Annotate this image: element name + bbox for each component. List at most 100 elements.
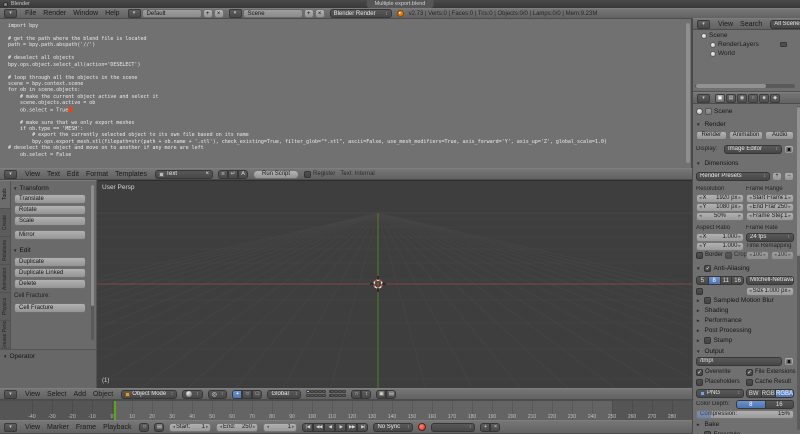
duplicate-button[interactable]: Duplicate xyxy=(14,257,86,267)
layer-toggle[interactable] xyxy=(338,390,341,393)
editor-type-icon[interactable] xyxy=(4,390,17,399)
snap-element-select[interactable]: ↕ xyxy=(361,390,371,399)
toolshelf-tab-relations[interactable]: Relations xyxy=(0,237,10,265)
panel-bake[interactable]: Bake xyxy=(696,420,794,429)
mirror-button[interactable]: Mirror xyxy=(14,230,86,240)
menu-search[interactable]: Search xyxy=(737,21,765,28)
syntax-highlight-toggle[interactable]: A xyxy=(238,170,248,179)
outliner-display-filter[interactable]: All Scenes xyxy=(770,20,800,29)
layer-toggle[interactable] xyxy=(330,394,333,397)
editor-type-icon[interactable] xyxy=(4,9,17,18)
scroll-thumb[interactable] xyxy=(686,23,690,163)
tab-object[interactable]: ■ xyxy=(759,94,769,103)
delete-button[interactable]: Delete xyxy=(14,279,86,289)
viewport-3d[interactable]: User Persp (1) xyxy=(97,180,692,388)
scroll-thumb[interactable] xyxy=(696,84,766,88)
scale-manipulator-toggle[interactable]: □ xyxy=(252,390,262,399)
opengl-render-anim-button[interactable]: ▤ xyxy=(386,390,396,399)
layer-toggle[interactable] xyxy=(310,394,313,397)
menu-edit[interactable]: Edit xyxy=(64,171,82,178)
remove-preset-button[interactable]: − xyxy=(784,172,794,181)
layer-toggle[interactable] xyxy=(310,390,313,393)
prev-keyframe-button[interactable]: ◀◀ xyxy=(313,423,324,432)
panel-transform[interactable]: Transform xyxy=(13,185,49,192)
placeholders-checkbox[interactable] xyxy=(696,379,703,386)
viewport-shading-select[interactable] xyxy=(182,390,203,399)
screen-layout-field[interactable]: Default xyxy=(142,9,202,18)
panel-output[interactable]: Output xyxy=(696,346,794,356)
scroll-thumb[interactable] xyxy=(91,185,94,306)
browse-scene-icon[interactable] xyxy=(229,9,242,18)
resolution-percentage-field[interactable]: 50% xyxy=(696,212,744,221)
toolshelf-tab-create[interactable]: Create xyxy=(0,209,10,237)
editor-type-icon[interactable] xyxy=(4,170,17,179)
layer-toggle[interactable] xyxy=(334,390,337,393)
layer-toggle[interactable] xyxy=(334,394,337,397)
panel-dimensions[interactable]: Dimensions xyxy=(696,158,794,168)
duplicate-linked-button[interactable]: Duplicate Linked xyxy=(14,268,86,278)
snap-toggle[interactable]: ∩ xyxy=(351,390,361,399)
render-presets-select[interactable]: Render Presets xyxy=(696,172,770,181)
menu-object[interactable]: Object xyxy=(90,391,116,398)
end-frame-field[interactable]: End: 250 xyxy=(216,423,258,432)
toolshelf-tab-tools[interactable]: Tools xyxy=(0,181,10,209)
tab-physics[interactable]: ◆ xyxy=(770,94,780,103)
jump-to-start-button[interactable]: |◀ xyxy=(302,423,313,432)
tab-render[interactable]: ▣ xyxy=(715,94,725,103)
tab-world[interactable]: ○ xyxy=(748,94,758,103)
word-wrap-toggle[interactable]: ↵ xyxy=(228,170,238,179)
remap-new-field[interactable]: 100 xyxy=(771,251,794,260)
render-audio-button[interactable]: Audio xyxy=(765,131,794,140)
layer-toggle[interactable] xyxy=(338,394,341,397)
menu-add[interactable]: Add xyxy=(71,391,89,398)
layer-toggle[interactable] xyxy=(318,394,321,397)
outliner-item-scene[interactable]: Scene xyxy=(693,31,800,40)
menu-view[interactable]: View xyxy=(22,424,43,431)
output-path-field[interactable]: /tmp\ xyxy=(696,357,782,366)
menu-view[interactable]: View xyxy=(22,391,43,398)
menu-marker[interactable]: Marker xyxy=(44,424,72,431)
color-mode-rgba[interactable]: RGBA xyxy=(776,389,794,398)
panel-checkbox[interactable] xyxy=(704,297,711,304)
menu-text[interactable]: Text xyxy=(44,171,63,178)
panel-edit[interactable]: Edit xyxy=(13,247,31,254)
insert-keyframe-button[interactable]: + xyxy=(480,423,490,432)
delete-screen-button[interactable]: × xyxy=(214,9,224,18)
run-script-button[interactable]: Run Script xyxy=(253,170,299,179)
tab-render-layers[interactable]: ▤ xyxy=(726,94,736,103)
outliner-scrollbar[interactable] xyxy=(695,84,795,88)
sync-mode-select[interactable]: No Sync xyxy=(373,423,413,432)
outliner-item-world[interactable]: World xyxy=(693,49,800,58)
aa-samples-5[interactable]: 5 xyxy=(696,276,709,285)
anti-aliasing-checkbox[interactable] xyxy=(704,265,711,272)
panel-checkbox[interactable] xyxy=(704,337,711,344)
camera-icon[interactable] xyxy=(780,42,787,47)
panel-freestyle[interactable]: Freestyle xyxy=(696,430,794,434)
add-preset-button[interactable]: + xyxy=(772,172,782,181)
menu-help[interactable]: Help xyxy=(102,10,122,17)
menu-file[interactable]: File xyxy=(22,10,39,17)
rotate-manipulator-toggle[interactable]: ○ xyxy=(242,390,252,399)
layer-toggle[interactable] xyxy=(342,394,345,397)
menu-format[interactable]: Format xyxy=(83,171,111,178)
layer-toggle[interactable] xyxy=(342,390,345,393)
text-datablock[interactable]: Text × xyxy=(155,170,213,179)
cell-fracture-button[interactable]: Cell Fracture xyxy=(14,303,86,313)
keying-set-select[interactable] xyxy=(431,423,475,432)
render-button[interactable]: Render xyxy=(696,131,727,140)
frames-seconds-toggle[interactable]: ▤ xyxy=(154,423,164,432)
delete-scene-button[interactable]: × xyxy=(315,9,325,18)
menu-playback[interactable]: Playback xyxy=(100,424,134,431)
playhead[interactable] xyxy=(114,401,116,420)
opengl-render-button[interactable]: ▣ xyxy=(376,390,386,399)
jump-to-end-button[interactable]: ▶| xyxy=(357,423,368,432)
toolshelf-tab-animation[interactable]: Animation xyxy=(0,265,10,293)
menu-select[interactable]: Select xyxy=(44,391,69,398)
scene-name-field[interactable]: Scene xyxy=(243,9,303,18)
tool-shelf-scrollbar[interactable] xyxy=(91,185,94,340)
layer-toggle[interactable] xyxy=(322,390,325,393)
file-extensions-checkbox[interactable] xyxy=(746,369,753,376)
window-menu-button[interactable] xyxy=(3,2,8,7)
layer-toggle[interactable] xyxy=(306,390,309,393)
layer-toggle[interactable] xyxy=(314,390,317,393)
